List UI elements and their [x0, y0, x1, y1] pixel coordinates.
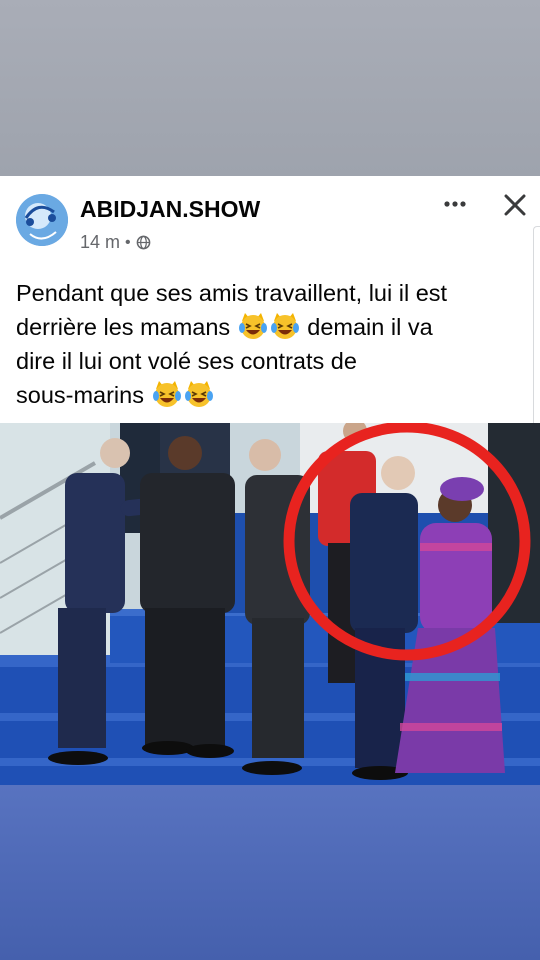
bottom-background: [0, 785, 540, 960]
post-text-line: Pendant que ses amis travaillent, lui il…: [16, 280, 448, 306]
page-avatar[interactable]: [16, 194, 68, 246]
laughing-cat-with-tears-emoji-icon: [270, 313, 299, 339]
post-time[interactable]: 14 m: [80, 232, 120, 253]
post-text-line: sous-marins: [16, 382, 144, 408]
laughing-cat-with-tears-emoji-icon: [152, 381, 181, 407]
post-photo[interactable]: [0, 419, 540, 785]
group-photo-illustration: [0, 419, 540, 785]
globe-icon: [136, 235, 150, 250]
top-background: [0, 0, 540, 176]
ellipsis-icon: [444, 201, 466, 207]
laughing-cat-with-tears-emoji-icon: [184, 381, 213, 407]
meta-separator: •: [125, 233, 131, 251]
post-meta: 14 m •: [80, 232, 151, 253]
post-text: Pendant que ses amis travaillent, lui il…: [16, 276, 524, 412]
post-card: ABIDJAN.SHOW 14 m • Pendant que ses amis…: [0, 176, 540, 785]
laughing-cat-with-tears-emoji-icon: [238, 313, 267, 339]
close-icon: [504, 194, 526, 216]
page-name[interactable]: ABIDJAN.SHOW: [80, 196, 260, 223]
post-text-line: dire il lui ont volé ses contrats de: [16, 348, 357, 374]
avatar-image: [16, 194, 68, 246]
post-text-line: demain il va: [307, 314, 433, 340]
more-options-button[interactable]: [440, 192, 472, 216]
post-text-line: derrière les mamans: [16, 314, 231, 340]
close-post-button[interactable]: [500, 190, 530, 220]
